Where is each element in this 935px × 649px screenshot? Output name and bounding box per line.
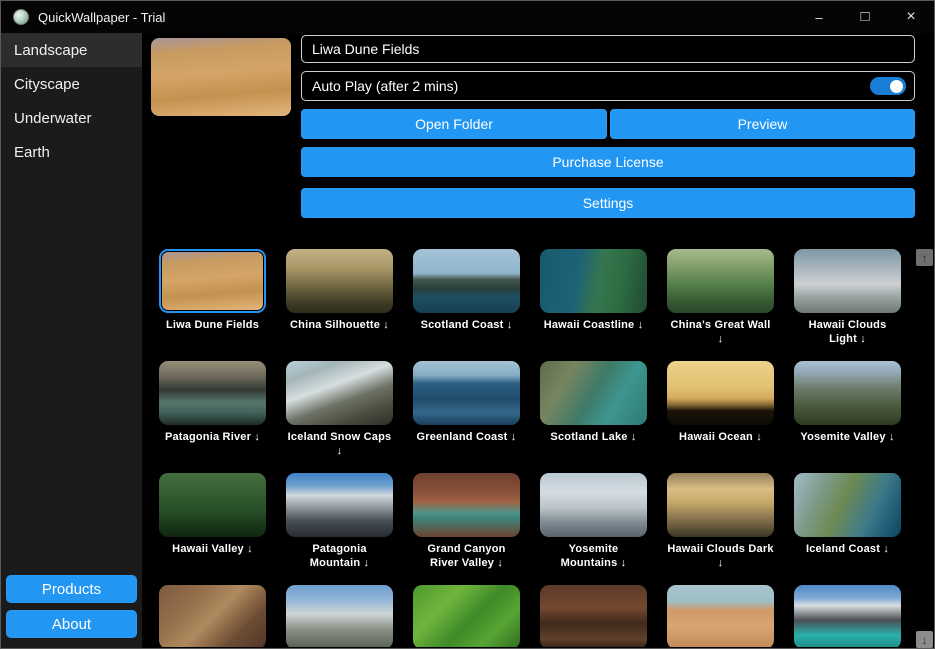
sidebar: LandscapeCityscapeUnderwaterEarth Produc…: [1, 33, 142, 648]
wallpaper-name: Hawaii Ocean ↓: [679, 430, 762, 444]
wallpaper-name: Grand Canyon River Valley ↓: [427, 542, 505, 570]
wallpaper-name: Scotland Lake ↓: [550, 430, 636, 444]
sidebar-item-landscape[interactable]: Landscape: [1, 33, 142, 67]
wallpaper-item[interactable]: Liwa Dune Fields: [149, 249, 276, 361]
sidebar-item-underwater[interactable]: Underwater: [1, 101, 142, 135]
autoplay-toggle[interactable]: [870, 77, 906, 95]
wallpaper-item[interactable]: Hawaii Clouds Light ↓: [784, 249, 911, 361]
wallpaper-item[interactable]: Scotland Lake ↓: [530, 361, 657, 473]
autoplay-label: Auto Play (after 2 mins): [312, 78, 458, 94]
wallpaper-item[interactable]: Greenland Coast ↓: [403, 361, 530, 473]
wallpaper-item[interactable]: Grand Canyon River Valley ↓: [403, 473, 530, 585]
wallpaper-name: Hawaii Valley ↓: [172, 542, 253, 556]
window-controls: – □ ×: [796, 1, 934, 33]
wallpaper-thumb[interactable]: [159, 361, 266, 425]
wallpaper-item[interactable]: Scotland Coast ↓: [403, 249, 530, 361]
wallpaper-thumb[interactable]: [794, 361, 901, 425]
wallpaper-name: Patagonia River ↓: [165, 430, 260, 444]
wallpaper-item[interactable]: Hawaii Clouds Dark ↓: [657, 473, 784, 585]
wallpaper-item[interactable]: Iceland Coast ↓: [784, 473, 911, 585]
wallpaper-thumb[interactable]: [159, 585, 266, 647]
wallpaper-name: Hawaii Coastline ↓: [544, 318, 644, 332]
wallpaper-item[interactable]: [530, 585, 657, 647]
wallpaper-thumb[interactable]: [540, 473, 647, 537]
wallpaper-name: Yosemite Mountains ↓: [561, 542, 627, 570]
open-folder-button[interactable]: Open Folder: [301, 109, 607, 139]
wallpaper-name: Liwa Dune Fields: [166, 318, 259, 332]
wallpaper-thumb[interactable]: [540, 361, 647, 425]
wallpaper-name: Iceland Snow Caps ↓: [288, 430, 392, 458]
wallpaper-item[interactable]: [276, 585, 403, 647]
wallpaper-thumb[interactable]: [159, 249, 266, 313]
wallpaper-thumb[interactable]: [413, 361, 520, 425]
wallpaper-thumb[interactable]: [667, 249, 774, 313]
minimize-button[interactable]: –: [796, 1, 842, 33]
wallpaper-item[interactable]: [784, 585, 911, 647]
wallpaper-gallery: Liwa Dune Fields China Silhouette ↓ Scotla…: [142, 241, 934, 647]
wallpaper-name: China's Great Wall ↓: [671, 318, 771, 346]
maximize-button[interactable]: □: [842, 1, 888, 33]
wallpaper-thumb[interactable]: [413, 473, 520, 537]
wallpaper-name: Patagonia Mountain ↓: [310, 542, 369, 570]
wallpaper-item[interactable]: Yosemite Valley ↓: [784, 361, 911, 473]
wallpaper-item[interactable]: Patagonia River ↓: [149, 361, 276, 473]
toggle-knob: [890, 80, 903, 93]
wallpaper-thumb[interactable]: [413, 585, 520, 647]
wallpaper-thumb[interactable]: [667, 473, 774, 537]
titlebar: QuickWallpaper - Trial – □ ×: [1, 1, 934, 33]
sidebar-item-earth[interactable]: Earth: [1, 135, 142, 169]
autoplay-row: Auto Play (after 2 mins): [301, 71, 915, 101]
wallpaper-thumb[interactable]: [667, 361, 774, 425]
wallpaper-thumb[interactable]: [540, 585, 647, 647]
wallpaper-name: Scotland Coast ↓: [421, 318, 513, 332]
category-list: LandscapeCityscapeUnderwaterEarth: [1, 33, 142, 169]
scroll-down-button[interactable]: ↓: [916, 631, 933, 648]
preview-button[interactable]: Preview: [610, 109, 915, 139]
wallpaper-thumb[interactable]: [286, 249, 393, 313]
sidebar-item-cityscape[interactable]: Cityscape: [1, 67, 142, 101]
wallpaper-thumb[interactable]: [413, 249, 520, 313]
wallpaper-item[interactable]: Iceland Snow Caps ↓: [276, 361, 403, 473]
wallpaper-name: Greenland Coast ↓: [417, 430, 517, 444]
current-wallpaper-preview: [151, 38, 291, 116]
wallpaper-name: Yosemite Valley ↓: [800, 430, 894, 444]
wallpaper-thumb[interactable]: [794, 473, 901, 537]
wallpaper-thumb[interactable]: [794, 585, 901, 647]
wallpaper-name: China Silhouette ↓: [290, 318, 389, 332]
wallpaper-item[interactable]: Hawaii Ocean ↓: [657, 361, 784, 473]
settings-button[interactable]: Settings: [301, 188, 915, 218]
sidebar-bottom: Products About: [6, 568, 137, 638]
wallpaper-thumb[interactable]: [540, 249, 647, 313]
wallpaper-thumb[interactable]: [159, 473, 266, 537]
wallpaper-thumb[interactable]: [286, 361, 393, 425]
wallpaper-item[interactable]: [657, 585, 784, 647]
wallpaper-item[interactable]: [403, 585, 530, 647]
wallpaper-item[interactable]: China's Great Wall ↓: [657, 249, 784, 361]
about-button[interactable]: About: [6, 610, 137, 638]
wallpaper-name: Hawaii Clouds Dark ↓: [667, 542, 773, 570]
app-window: QuickWallpaper - Trial – □ × LandscapeCi…: [0, 0, 935, 649]
wallpaper-name: Hawaii Clouds Light ↓: [809, 318, 887, 346]
wallpaper-item[interactable]: China Silhouette ↓: [276, 249, 403, 361]
wallpaper-item[interactable]: Hawaii Coastline ↓: [530, 249, 657, 361]
wallpaper-thumb[interactable]: [794, 249, 901, 313]
wallpaper-item[interactable]: Yosemite Mountains ↓: [530, 473, 657, 585]
wallpaper-name-field[interactable]: [301, 35, 915, 63]
wallpaper-item[interactable]: [149, 585, 276, 647]
wallpaper-grid: Liwa Dune Fields China Silhouette ↓ Scotla…: [142, 241, 934, 647]
app-globe-icon: [13, 9, 29, 25]
wallpaper-thumb[interactable]: [286, 585, 393, 647]
close-button[interactable]: ×: [888, 1, 934, 33]
scroll-up-button[interactable]: ↑: [916, 249, 933, 266]
purchase-license-button[interactable]: Purchase License: [301, 147, 915, 177]
wallpaper-name: Iceland Coast ↓: [806, 542, 889, 556]
wallpaper-thumb[interactable]: [667, 585, 774, 647]
products-button[interactable]: Products: [6, 575, 137, 603]
wallpaper-item[interactable]: Patagonia Mountain ↓: [276, 473, 403, 585]
wallpaper-item[interactable]: Hawaii Valley ↓: [149, 473, 276, 585]
window-title: QuickWallpaper - Trial: [38, 10, 165, 25]
wallpaper-thumb[interactable]: [286, 473, 393, 537]
